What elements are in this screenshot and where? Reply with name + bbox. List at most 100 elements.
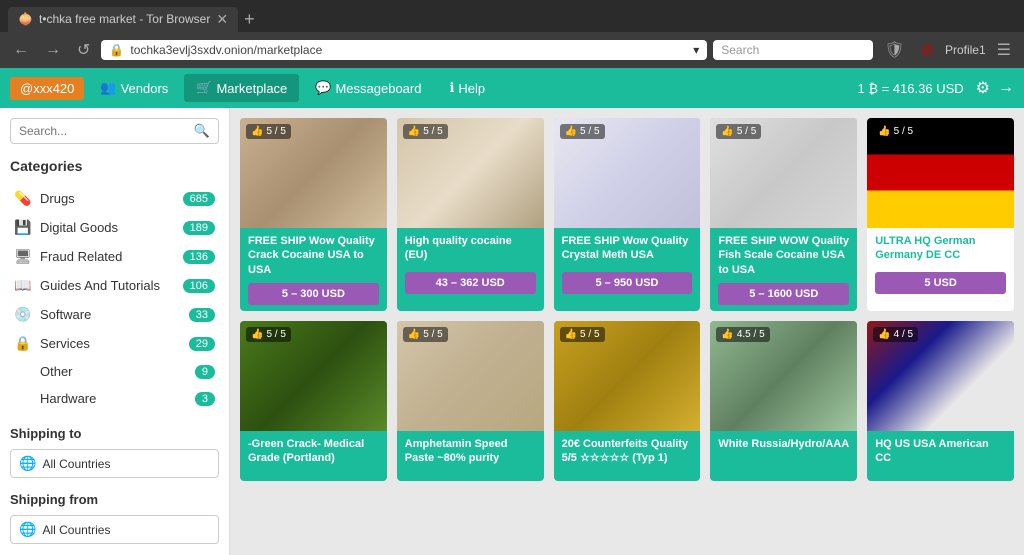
- menu-button[interactable]: ☰: [992, 38, 1016, 62]
- product-image-wrapper-9: 👍 4 / 5: [867, 321, 1014, 431]
- thumb-up-icon-4: 👍: [878, 126, 890, 137]
- product-image-wrapper-6: 👍 5 / 5: [397, 321, 544, 431]
- product-body-2: FREE SHIP Wow Quality Crystal Meth USA 5…: [554, 228, 701, 300]
- product-body-4: ULTRA HQ German Germany DE CC 5 USD: [867, 228, 1014, 300]
- rating-badge-0: 👍 5 / 5: [246, 124, 291, 139]
- shield-icon[interactable]: 🛡: [879, 38, 909, 62]
- digital-goods-icon: 💾: [14, 219, 32, 236]
- product-card-3[interactable]: 👍 5 / 5 FREE SHIP WOW Quality Fish Scale…: [710, 118, 857, 311]
- site-header: @xxx420 👥 Vendors 🛒 Marketplace 💬 Messag…: [0, 68, 1024, 108]
- guides-label: Guides And Tutorials: [40, 278, 175, 293]
- address-dropdown-icon[interactable]: ▾: [693, 43, 699, 57]
- browser-tab[interactable]: 🧅 t•chka free market - Tor Browser ✕: [8, 7, 238, 32]
- rating-badge-2: 👍 5 / 5: [560, 124, 605, 139]
- guides-icon: 📖: [14, 277, 32, 294]
- product-card-8[interactable]: 👍 4.5 / 5 White Russia/Hydro/AAA: [710, 321, 857, 481]
- guides-count: 106: [183, 279, 215, 293]
- product-card-6[interactable]: 👍 5 / 5 Amphetamin Speed Paste ~80% puri…: [397, 321, 544, 481]
- product-card-9[interactable]: 👍 4 / 5 HQ US USA American CC: [867, 321, 1014, 481]
- shipping-from-select[interactable]: 🌐 All Countries: [10, 515, 219, 544]
- fraud-icon: 🖥: [14, 248, 32, 265]
- messageboard-label: Messageboard: [335, 81, 421, 96]
- block-icon[interactable]: ⊘: [916, 38, 939, 62]
- product-card-4[interactable]: 👍 5 / 5 ULTRA HQ German Germany DE CC 5 …: [867, 118, 1014, 311]
- marketplace-label: Marketplace: [216, 81, 287, 96]
- fraud-label: Fraud Related: [40, 249, 175, 264]
- product-title-8: White Russia/Hydro/AAA: [718, 437, 849, 469]
- product-price-1[interactable]: 43 – 362 USD: [405, 272, 536, 294]
- product-card-0[interactable]: 👍 5 / 5 FREE SHIP Wow Quality Crack Coca…: [240, 118, 387, 311]
- product-title-2: FREE SHIP Wow Quality Crystal Meth USA: [562, 234, 693, 266]
- forward-button[interactable]: →: [40, 39, 66, 61]
- tab-favicon: 🧅: [18, 12, 33, 26]
- product-image-wrapper-3: 👍 5 / 5: [710, 118, 857, 228]
- vendors-icon: 👥: [100, 80, 116, 96]
- main-layout: 🔍 Categories 💊 Drugs 685 💾 Digital Goods…: [0, 108, 1024, 555]
- product-title-4: ULTRA HQ German Germany DE CC: [875, 234, 1006, 266]
- thumb-up-icon-9: 👍: [878, 329, 890, 340]
- category-services[interactable]: 🔒 Services 29: [10, 329, 219, 358]
- product-card-1[interactable]: 👍 5 / 5 High quality cocaine (EU) 43 – 3…: [397, 118, 544, 311]
- browser-search-bar[interactable]: Search: [713, 40, 873, 60]
- product-title-3: FREE SHIP WOW Quality Fish Scale Cocaine…: [718, 234, 849, 277]
- shipping-to-select[interactable]: 🌐 All Countries: [10, 449, 219, 478]
- shipping-from-value: All Countries: [42, 523, 210, 537]
- digital-goods-label: Digital Goods: [40, 220, 175, 235]
- settings-gear-icon[interactable]: ⚙: [976, 78, 990, 98]
- category-digital-goods[interactable]: 💾 Digital Goods 189: [10, 213, 219, 242]
- globe-icon: 🌐: [19, 455, 36, 472]
- software-label: Software: [40, 307, 181, 322]
- new-tab-button[interactable]: +: [244, 9, 255, 30]
- drugs-icon: 💊: [14, 190, 32, 207]
- thumb-up-icon-6: 👍: [408, 329, 420, 340]
- digital-goods-count: 189: [183, 221, 215, 235]
- tab-bar: 🧅 t•chka free market - Tor Browser ✕ +: [0, 0, 1024, 32]
- product-image-wrapper-7: 👍 5 / 5: [554, 321, 701, 431]
- product-price-3[interactable]: 5 – 1600 USD: [718, 283, 849, 305]
- product-card-7[interactable]: 👍 5 / 5 20€ Counterfeits Quality 5/5 ☆☆☆…: [554, 321, 701, 481]
- product-body-1: High quality cocaine (EU) 43 – 362 USD: [397, 228, 544, 300]
- category-guides[interactable]: 📖 Guides And Tutorials 106: [10, 271, 219, 300]
- back-button[interactable]: ←: [8, 39, 34, 61]
- tab-title: t•chka free market - Tor Browser: [39, 12, 210, 26]
- rating-badge-5: 👍 5 / 5: [246, 327, 291, 342]
- product-grid: 👍 5 / 5 FREE SHIP Wow Quality Crack Coca…: [240, 118, 1014, 481]
- product-body-3: FREE SHIP WOW Quality Fish Scale Cocaine…: [710, 228, 857, 311]
- rating-badge-6: 👍 5 / 5: [403, 327, 448, 342]
- product-price-2[interactable]: 5 – 950 USD: [562, 272, 693, 294]
- tab-close-button[interactable]: ✕: [216, 11, 228, 28]
- product-image-wrapper-1: 👍 5 / 5: [397, 118, 544, 228]
- help-label: Help: [458, 81, 485, 96]
- software-icon: 💿: [14, 306, 32, 323]
- product-body-6: Amphetamin Speed Paste ~80% purity: [397, 431, 544, 481]
- thumb-up-icon-7: 👍: [565, 329, 577, 340]
- messageboard-nav-button[interactable]: 💬 Messageboard: [303, 74, 433, 102]
- profile-button[interactable]: Profile1: [945, 43, 986, 57]
- category-hardware[interactable]: Hardware 3: [10, 385, 219, 412]
- product-price-0[interactable]: 5 – 300 USD: [248, 283, 379, 305]
- product-body-7: 20€ Counterfeits Quality 5/5 ☆☆☆☆☆ (Typ …: [554, 431, 701, 481]
- product-card-2[interactable]: 👍 5 / 5 FREE SHIP Wow Quality Crystal Me…: [554, 118, 701, 311]
- logout-arrow-icon[interactable]: →: [998, 79, 1014, 97]
- category-software[interactable]: 💿 Software 33: [10, 300, 219, 329]
- address-bar[interactable]: 🔒 tochka3evlj3sxdv.onion/marketplace ▾: [101, 40, 707, 60]
- product-image-wrapper-8: 👍 4.5 / 5: [710, 321, 857, 431]
- category-drugs[interactable]: 💊 Drugs 685: [10, 184, 219, 213]
- help-nav-button[interactable]: ℹ Help: [437, 74, 497, 102]
- user-button[interactable]: @xxx420: [10, 77, 84, 100]
- product-search-input[interactable]: [19, 124, 194, 138]
- category-fraud[interactable]: 🖥 Fraud Related 136: [10, 242, 219, 271]
- vendors-nav-button[interactable]: 👥 Vendors: [88, 74, 180, 102]
- product-title-6: Amphetamin Speed Paste ~80% purity: [405, 437, 536, 469]
- marketplace-nav-button[interactable]: 🛒 Marketplace: [184, 74, 299, 102]
- product-price-4[interactable]: 5 USD: [875, 272, 1006, 294]
- shipping-from-title: Shipping from: [10, 492, 219, 507]
- vendors-label: Vendors: [121, 81, 169, 96]
- reload-button[interactable]: ↺: [72, 38, 95, 62]
- category-other[interactable]: Other 9: [10, 358, 219, 385]
- messageboard-icon: 💬: [315, 80, 331, 96]
- product-search-box[interactable]: 🔍: [10, 118, 219, 144]
- drugs-label: Drugs: [40, 191, 175, 206]
- product-card-5[interactable]: 👍 5 / 5 -Green Crack- Medical Grade (Por…: [240, 321, 387, 481]
- shipping-to-title: Shipping to: [10, 426, 219, 441]
